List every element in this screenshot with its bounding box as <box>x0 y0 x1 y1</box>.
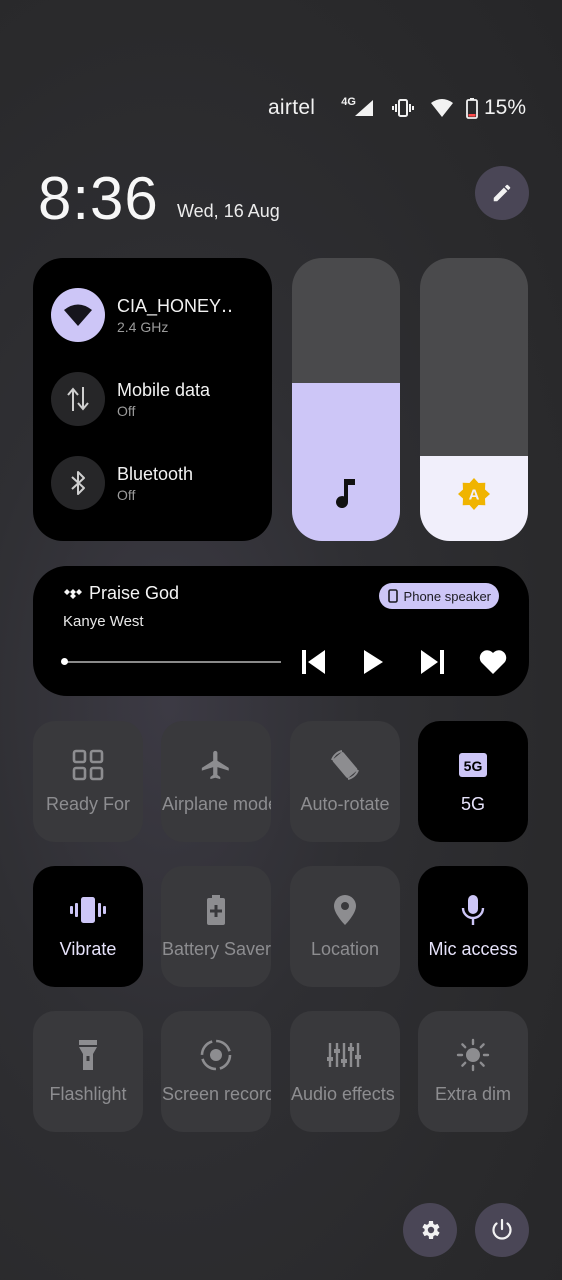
like-button[interactable] <box>477 647 509 677</box>
track-artist: Kanye West <box>63 613 144 630</box>
bluetooth-row[interactable]: Bluetooth Off <box>51 456 193 510</box>
previous-icon <box>302 650 325 674</box>
bluetooth-icon <box>71 471 85 495</box>
tile-label: Ready For <box>45 794 131 814</box>
network-type-label: 4G <box>341 96 356 108</box>
tile-location[interactable]: Location <box>290 866 400 987</box>
tile-flashlight[interactable]: Flashlight <box>33 1011 143 1132</box>
tile-5g[interactable]: 5G 5G <box>418 721 528 842</box>
output-device-chip[interactable]: Phone speaker <box>378 583 499 609</box>
tile-audio-effects[interactable]: Audio effects <box>290 1011 400 1132</box>
power-button[interactable] <box>475 1203 529 1257</box>
tile-label: 5G <box>460 794 485 814</box>
data-arrows-icon <box>67 387 89 411</box>
wifi-network-name: CIA_HONEY‥ <box>117 295 234 316</box>
date-label[interactable]: Wed, 16 Aug <box>177 201 280 222</box>
media-player-card[interactable]: Praise God Kanye West Phone speaker <box>33 566 529 696</box>
bluetooth-status: Off <box>117 486 136 503</box>
tile-label: Location <box>310 939 380 959</box>
media-volume-slider[interactable] <box>292 258 400 541</box>
airplane-icon <box>201 750 229 780</box>
tile-label: Flashlight <box>49 1084 127 1104</box>
next-button[interactable] <box>418 647 448 677</box>
mobile-data-row[interactable]: Mobile data Off <box>51 372 210 426</box>
screen-record-icon <box>200 1039 232 1071</box>
tidal-icon <box>64 588 82 599</box>
brightness-slider[interactable]: A <box>420 258 528 541</box>
seek-thumb[interactable] <box>61 658 68 665</box>
heart-icon <box>479 650 507 674</box>
tile-mic-access[interactable]: Mic access <box>418 866 528 987</box>
tile-label: Vibrate <box>59 939 117 959</box>
battery-saver-icon <box>207 895 225 925</box>
mobile-data-toggle[interactable] <box>51 372 105 426</box>
tile-label: Auto-rotate <box>300 794 390 814</box>
vibrate-icon <box>391 99 414 117</box>
play-icon <box>364 650 383 674</box>
power-icon <box>492 1218 512 1240</box>
flashlight-icon <box>79 1040 97 1070</box>
tile-vibrate[interactable]: Vibrate <box>33 866 143 987</box>
mobile-data-status: Off <box>117 402 136 419</box>
carrier-name: airtel <box>267 96 316 119</box>
vibrate-icon <box>70 897 106 923</box>
clock-time[interactable]: 8:36 <box>38 164 159 233</box>
track-title: Praise God <box>89 583 180 603</box>
mobile-data-title: Mobile data <box>117 379 211 400</box>
tile-ready-for[interactable]: Ready For <box>33 721 143 842</box>
5g-icon: 5G <box>459 753 487 777</box>
media-volume-fill <box>292 382 400 541</box>
wifi-row[interactable]: CIA_HONEY‥ 2.4 GHz <box>51 288 233 342</box>
wifi-icon <box>430 98 454 118</box>
rotate-icon <box>331 750 359 780</box>
tile-auto-rotate[interactable]: Auto-rotate <box>290 721 400 842</box>
svg-text:A: A <box>469 487 480 504</box>
edit-tiles-button[interactable] <box>475 166 529 220</box>
signal-icon: 4G <box>341 96 374 117</box>
extra-dim-icon <box>456 1038 490 1072</box>
tile-label: Airplane mode <box>162 794 271 814</box>
auto-brightness-icon: A <box>458 478 490 510</box>
tile-label: Audio effects <box>291 1084 395 1104</box>
tile-label: Battery Saver <box>162 939 271 959</box>
battery-percent: 15% <box>483 96 526 119</box>
settings-button[interactable] <box>403 1203 457 1257</box>
music-note-icon <box>336 479 355 509</box>
gear-icon <box>422 1221 440 1239</box>
tile-battery-saver[interactable]: Battery Saver <box>161 866 271 987</box>
next-icon <box>421 650 444 674</box>
network-card: CIA_HONEY‥ 2.4 GHz Mobile data Off Bluet… <box>33 258 272 541</box>
bluetooth-title: Bluetooth <box>117 463 194 484</box>
tile-screen-record[interactable]: Screen record <box>161 1011 271 1132</box>
mic-icon <box>461 895 485 925</box>
bluetooth-toggle[interactable] <box>51 456 105 510</box>
wifi-toggle[interactable] <box>51 288 105 342</box>
tile-airplane-mode[interactable]: Airplane mode <box>161 721 271 842</box>
wifi-icon <box>64 304 92 326</box>
location-icon <box>334 895 356 925</box>
wifi-band: 2.4 GHz <box>117 318 169 335</box>
tile-label: Extra dim <box>434 1084 512 1104</box>
status-bar: airtel 4G 15% <box>268 92 526 124</box>
tile-label: Screen record <box>162 1084 271 1104</box>
play-button[interactable] <box>358 647 388 677</box>
phone-icon <box>387 589 398 603</box>
grid-icon <box>72 749 104 781</box>
seek-bar[interactable] <box>61 658 281 665</box>
tile-label: Mic access <box>428 939 518 959</box>
equalizer-icon <box>327 1043 361 1067</box>
tile-extra-dim[interactable]: Extra dim <box>418 1011 528 1132</box>
output-device-label: Phone speaker <box>403 588 491 604</box>
battery-icon <box>466 97 478 119</box>
svg-text:5G: 5G <box>464 758 483 774</box>
pencil-icon <box>493 184 511 202</box>
previous-button[interactable] <box>298 647 328 677</box>
